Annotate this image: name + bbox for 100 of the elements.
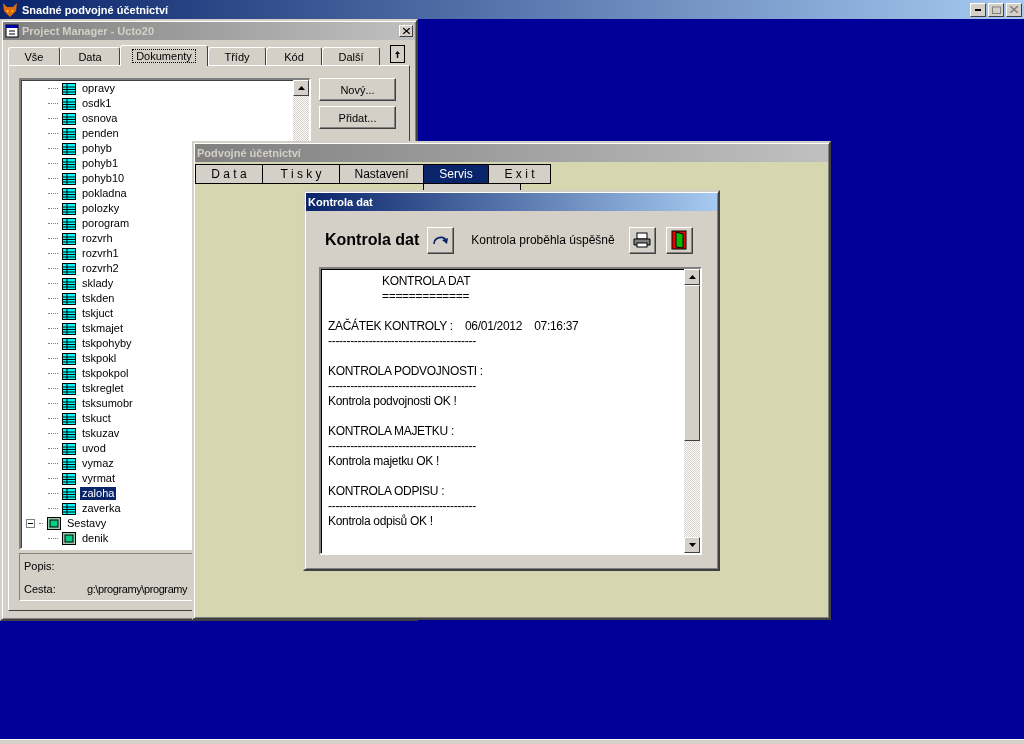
collapse-icon[interactable] — [26, 519, 35, 528]
push-button[interactable]: Přidat... — [319, 106, 396, 129]
tree-item[interactable]: vyrmat — [80, 472, 117, 485]
menu-item[interactable]: D a t a — [195, 164, 263, 184]
scrollbar[interactable] — [684, 269, 700, 553]
table-icon — [62, 352, 76, 365]
table-icon — [62, 307, 76, 320]
close-button[interactable] — [1006, 2, 1022, 17]
tree-item[interactable]: rozvrh1 — [80, 247, 121, 260]
table-icon — [62, 367, 76, 380]
tree-item[interactable]: tskpokpol — [80, 367, 131, 380]
tree-item[interactable]: vymaz — [80, 457, 116, 470]
table-icon — [62, 397, 76, 410]
report-icon — [47, 517, 61, 530]
log-line: Kontrola odpisů OK ! — [328, 514, 433, 529]
tree-item[interactable]: denik — [80, 532, 111, 545]
tree-item[interactable]: rozvrh2 — [80, 262, 121, 275]
tree-item[interactable]: pohyb10 — [80, 172, 127, 185]
table-icon — [62, 442, 76, 455]
info-value: g:\programy\programy — [87, 582, 188, 595]
tree-item[interactable]: rozvrh — [80, 232, 115, 245]
close-button[interactable] — [399, 25, 413, 37]
menu-item[interactable]: Servis — [423, 164, 489, 184]
close-icon — [402, 28, 410, 34]
report-icon — [62, 532, 76, 545]
menu-item[interactable]: T i s k y — [262, 164, 340, 184]
log-text-area[interactable] — [319, 267, 702, 555]
tree-item[interactable]: osdk1 — [80, 97, 114, 110]
push-button[interactable]: Nový... — [319, 78, 396, 101]
tab[interactable]: Další — [322, 47, 380, 65]
table-icon — [62, 172, 76, 185]
tree-item[interactable]: tskreglet — [80, 382, 126, 395]
log-line: KONTROLA MAJETKU : — [328, 424, 454, 439]
tree-item[interactable]: tskjuct — [80, 307, 116, 320]
table-icon — [62, 217, 76, 230]
tree-item[interactable]: zaloha — [80, 487, 117, 500]
table-icon — [62, 262, 76, 275]
tab[interactable]: Vše — [8, 47, 60, 65]
tab[interactable]: Kód — [266, 47, 322, 65]
exit-button[interactable] — [665, 226, 693, 254]
table-icon — [62, 472, 76, 485]
tree-item[interactable]: polozky — [80, 202, 122, 215]
menu-item[interactable]: E x i t — [488, 164, 551, 184]
log-line: KONTROLA ODPISU : — [328, 484, 445, 499]
minimize-button[interactable] — [970, 2, 986, 17]
minimize-icon — [975, 8, 981, 11]
tree-item[interactable]: porogram — [80, 217, 132, 230]
tree-item[interactable]: sklady — [80, 277, 116, 290]
menu-item[interactable]: Nastavení — [339, 164, 424, 184]
dialog-heading: Kontrola dat — [325, 231, 420, 249]
tree-item[interactable]: zaverka — [80, 502, 123, 515]
print-button[interactable] — [628, 226, 656, 254]
maximize-icon — [991, 5, 1001, 14]
table-icon — [62, 427, 76, 440]
scroll-thumb[interactable] — [684, 285, 700, 441]
table-icon — [62, 187, 76, 200]
scroll-up-icon — [688, 275, 696, 279]
refresh-button[interactable] — [427, 226, 455, 254]
tree-item[interactable]: tskuzav — [80, 427, 122, 440]
table-icon — [62, 382, 76, 395]
tree-item[interactable]: tskmajet — [80, 322, 125, 335]
scroll-up-icon — [297, 86, 305, 90]
close-icon — [1010, 6, 1018, 13]
tree-item[interactable]: opravy — [80, 82, 118, 95]
tree-item[interactable]: osnova — [80, 112, 120, 125]
tree-item[interactable]: uvod — [80, 442, 108, 455]
table-icon — [62, 202, 76, 215]
tree-item[interactable]: penden — [80, 127, 121, 140]
tab[interactable]: Dokumenty — [120, 45, 208, 66]
table-icon — [62, 502, 76, 515]
tree-item[interactable]: pohyb1 — [80, 157, 121, 170]
log-heading: ============= — [382, 289, 470, 304]
tree-item[interactable]: tsksumobr — [80, 397, 135, 410]
log-line: ---------------------------------------- — [328, 334, 476, 349]
tree-item[interactable]: pohyb — [80, 142, 114, 155]
tree-item[interactable]: tskden — [80, 292, 117, 305]
tree-item[interactable]: pokladna — [80, 187, 129, 200]
table-icon — [62, 277, 76, 290]
tab[interactable]: Třídy — [208, 47, 266, 65]
maximize-button[interactable] — [988, 2, 1004, 17]
table-icon — [62, 292, 76, 305]
printer-icon — [633, 232, 652, 248]
window-title: Project Manager - Ucto20 — [22, 25, 156, 37]
tab-scroll-button[interactable] — [390, 45, 405, 63]
log-line: Kontrola majetku OK ! — [328, 454, 440, 469]
table-icon — [62, 232, 76, 245]
log-line: ---------------------------------------- — [328, 439, 476, 454]
table-icon — [62, 127, 76, 140]
table-icon — [62, 247, 76, 260]
table-icon — [62, 112, 76, 125]
tree-item[interactable]: Sestavy — [65, 517, 109, 530]
dialog-title: Kontrola dat — [308, 196, 374, 208]
table-icon — [62, 157, 76, 170]
status-text: Kontrola proběhla úspěšně — [471, 233, 615, 247]
arrow-up-icon — [395, 50, 400, 58]
tab[interactable]: Data — [60, 47, 120, 65]
tree-item[interactable]: tskuct — [80, 412, 113, 425]
tree-item[interactable]: tskpokl — [80, 352, 119, 365]
log-line: ---------------------------------------- — [328, 499, 476, 514]
tree-item[interactable]: tskpohyby — [80, 337, 134, 350]
